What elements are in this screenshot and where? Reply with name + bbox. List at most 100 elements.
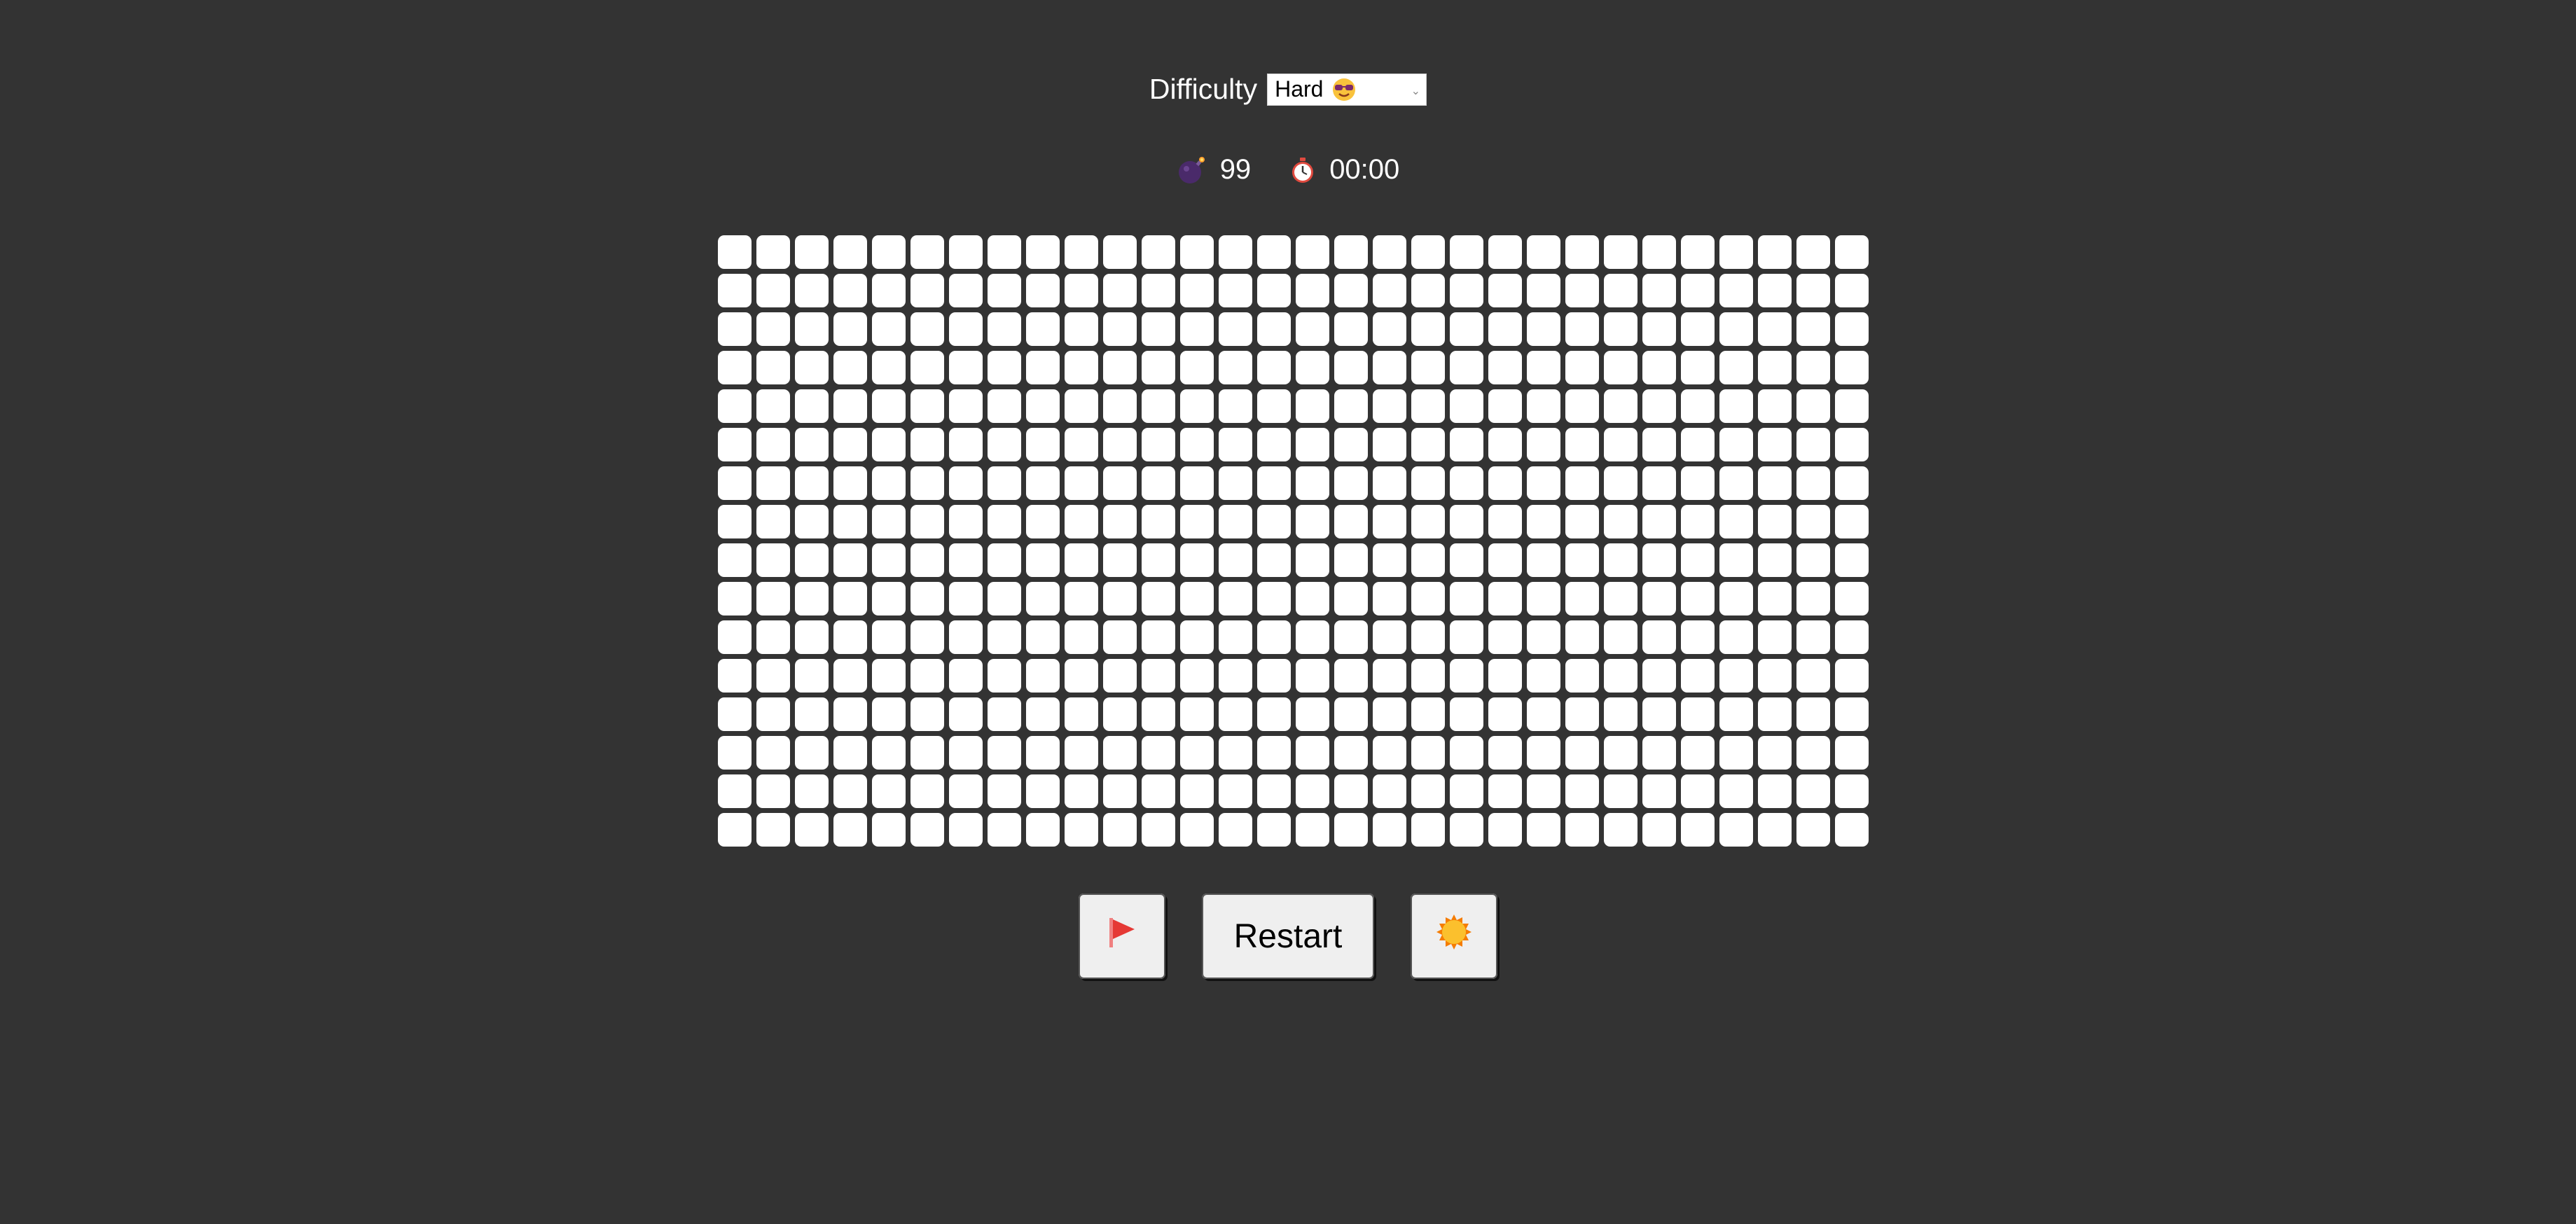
board-cell[interactable]: [1796, 659, 1830, 693]
board-cell[interactable]: [1758, 235, 1792, 269]
board-cell[interactable]: [1373, 543, 1406, 577]
board-cell[interactable]: [1334, 428, 1368, 461]
board-cell[interactable]: [1681, 235, 1715, 269]
board-cell[interactable]: [1758, 620, 1792, 654]
board-cell[interactable]: [1296, 428, 1329, 461]
board-cell[interactable]: [1411, 543, 1445, 577]
board-cell[interactable]: [1334, 697, 1368, 731]
board-cell[interactable]: [1026, 620, 1060, 654]
board-cell[interactable]: [1296, 274, 1329, 307]
board-cell[interactable]: [1527, 428, 1560, 461]
theme-toggle-button[interactable]: [1411, 893, 1497, 979]
board-cell[interactable]: [1103, 813, 1137, 847]
board-cell[interactable]: [718, 620, 752, 654]
board-cell[interactable]: [1103, 543, 1137, 577]
board-cell[interactable]: [1373, 389, 1406, 423]
board-cell[interactable]: [795, 659, 829, 693]
board-cell[interactable]: [1488, 274, 1522, 307]
board-cell[interactable]: [1565, 466, 1599, 500]
board-cell[interactable]: [795, 351, 829, 384]
board-cell[interactable]: [1026, 582, 1060, 616]
board-cell[interactable]: [1411, 351, 1445, 384]
board-cell[interactable]: [988, 813, 1021, 847]
board-cell[interactable]: [1527, 697, 1560, 731]
board-cell[interactable]: [756, 389, 790, 423]
board-cell[interactable]: [988, 659, 1021, 693]
board-cell[interactable]: [1450, 466, 1483, 500]
board-cell[interactable]: [1257, 582, 1291, 616]
board-cell[interactable]: [1296, 235, 1329, 269]
board-cell[interactable]: [1565, 543, 1599, 577]
board-cell[interactable]: [718, 505, 752, 538]
board-cell[interactable]: [1373, 813, 1406, 847]
board-cell[interactable]: [872, 466, 906, 500]
board-cell[interactable]: [1180, 351, 1214, 384]
board-cell[interactable]: [1758, 351, 1792, 384]
board-cell[interactable]: [833, 428, 867, 461]
board-cell[interactable]: [1604, 312, 1637, 346]
board-cell[interactable]: [756, 620, 790, 654]
board-cell[interactable]: [910, 659, 944, 693]
board-cell[interactable]: [1065, 505, 1098, 538]
board-cell[interactable]: [1796, 620, 1830, 654]
board-cell[interactable]: [872, 235, 906, 269]
board-cell[interactable]: [1604, 582, 1637, 616]
board-cell[interactable]: [1065, 659, 1098, 693]
board-cell[interactable]: [833, 351, 867, 384]
board-cell[interactable]: [1565, 505, 1599, 538]
board-cell[interactable]: [1642, 389, 1676, 423]
board-cell[interactable]: [1681, 774, 1715, 808]
board-cell[interactable]: [949, 659, 983, 693]
board-cell[interactable]: [1296, 351, 1329, 384]
board-cell[interactable]: [1373, 466, 1406, 500]
board-cell[interactable]: [1488, 774, 1522, 808]
board-cell[interactable]: [833, 312, 867, 346]
board-cell[interactable]: [1527, 274, 1560, 307]
board-cell[interactable]: [1219, 620, 1252, 654]
board-cell[interactable]: [1488, 351, 1522, 384]
board-cell[interactable]: [988, 351, 1021, 384]
board-cell[interactable]: [988, 620, 1021, 654]
board-cell[interactable]: [1565, 659, 1599, 693]
board-cell[interactable]: [949, 697, 983, 731]
board-cell[interactable]: [1642, 428, 1676, 461]
board-cell[interactable]: [1296, 505, 1329, 538]
board-cell[interactable]: [949, 813, 983, 847]
board-cell[interactable]: [1642, 736, 1676, 770]
board-cell[interactable]: [949, 351, 983, 384]
board-cell[interactable]: [949, 505, 983, 538]
board-cell[interactable]: [1527, 351, 1560, 384]
board-cell[interactable]: [1103, 274, 1137, 307]
board-cell[interactable]: [1334, 274, 1368, 307]
board-cell[interactable]: [1142, 543, 1175, 577]
board-cell[interactable]: [1835, 697, 1869, 731]
board-cell[interactable]: [1565, 774, 1599, 808]
board-cell[interactable]: [1604, 466, 1637, 500]
board-cell[interactable]: [1758, 543, 1792, 577]
board-cell[interactable]: [1334, 736, 1368, 770]
board-cell[interactable]: [1411, 466, 1445, 500]
board-cell[interactable]: [1103, 235, 1137, 269]
board-cell[interactable]: [1180, 312, 1214, 346]
board-cell[interactable]: [1180, 466, 1214, 500]
board-cell[interactable]: [1180, 582, 1214, 616]
board-cell[interactable]: [988, 312, 1021, 346]
board-cell[interactable]: [795, 813, 829, 847]
board-cell[interactable]: [949, 543, 983, 577]
board-cell[interactable]: [833, 813, 867, 847]
board-cell[interactable]: [1681, 736, 1715, 770]
board-cell[interactable]: [1796, 351, 1830, 384]
board-cell[interactable]: [949, 620, 983, 654]
board-cell[interactable]: [795, 736, 829, 770]
board-cell[interactable]: [795, 697, 829, 731]
board-cell[interactable]: [1488, 235, 1522, 269]
board-cell[interactable]: [1719, 466, 1753, 500]
board-cell[interactable]: [795, 582, 829, 616]
board-cell[interactable]: [872, 274, 906, 307]
board-cell[interactable]: [988, 389, 1021, 423]
board-cell[interactable]: [1450, 736, 1483, 770]
board-cell[interactable]: [1219, 274, 1252, 307]
board-cell[interactable]: [1065, 813, 1098, 847]
board-cell[interactable]: [1835, 351, 1869, 384]
board-cell[interactable]: [1373, 312, 1406, 346]
